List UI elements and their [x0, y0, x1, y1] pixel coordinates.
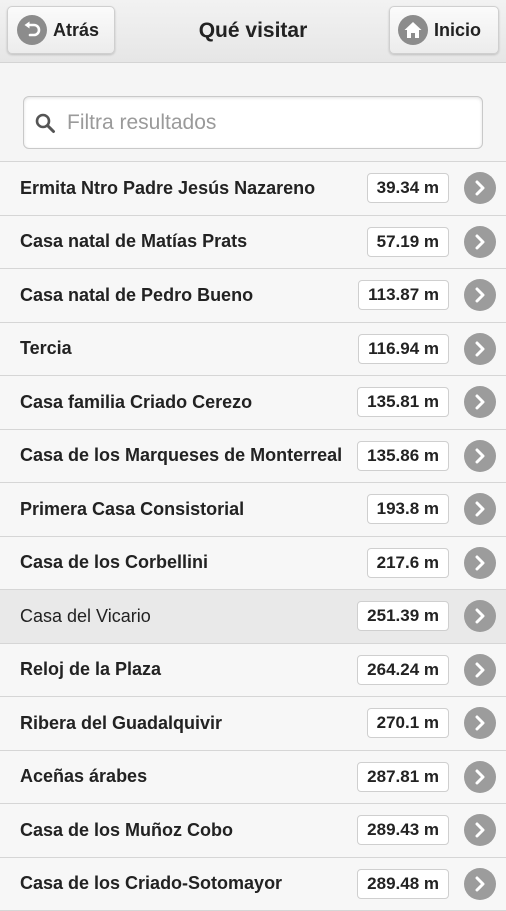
home-icon — [398, 15, 428, 45]
list-item-name: Casa de los Criado-Sotomayor — [20, 858, 282, 911]
list-item[interactable]: Casa del Vicario 251.39 m — [0, 590, 506, 644]
distance-badge: 135.86 m — [357, 441, 449, 471]
list-item-name: Casa de los Muñoz Cobo — [20, 804, 233, 857]
back-button-label: Atrás — [53, 20, 99, 41]
chevron-right-icon[interactable] — [464, 547, 496, 579]
chevron-right-icon[interactable] — [464, 707, 496, 739]
chevron-right-icon[interactable] — [464, 226, 496, 258]
chevron-right-icon[interactable] — [464, 386, 496, 418]
list-item-name: Casa de los Marqueses de Monterreal — [20, 430, 342, 483]
distance-badge: 264.24 m — [357, 655, 449, 685]
chevron-right-icon[interactable] — [464, 493, 496, 525]
list-item-name: Primera Casa Consistorial — [20, 483, 244, 536]
list-item-name: Casa de los Corbellini — [20, 537, 208, 590]
list-item-name: Ermita Ntro Padre Jesús Nazareno — [20, 162, 315, 215]
header-bar: Atrás Qué visitar Inicio — [0, 0, 506, 63]
list-item[interactable]: Reloj de la Plaza 264.24 m — [0, 644, 506, 698]
back-arrow-icon — [17, 15, 47, 45]
list-item-name: Casa del Vicario — [20, 590, 151, 643]
list-item[interactable]: Casa de los Muñoz Cobo 289.43 m — [0, 804, 506, 858]
list-item[interactable]: Casa de los Criado-Sotomayor 289.48 m — [0, 858, 506, 911]
distance-badge: 193.8 m — [367, 494, 449, 524]
list-item[interactable]: Ermita Ntro Padre Jesús Nazareno 39.34 m — [0, 162, 506, 216]
search-field[interactable] — [23, 96, 483, 149]
list-item[interactable]: Tercia 116.94 m — [0, 323, 506, 377]
distance-badge: 289.48 m — [357, 869, 449, 899]
chevron-right-icon[interactable] — [464, 654, 496, 686]
chevron-right-icon[interactable] — [464, 814, 496, 846]
results-list: Ermita Ntro Padre Jesús Nazareno 39.34 m… — [0, 161, 506, 911]
distance-badge: 270.1 m — [367, 708, 449, 738]
search-area — [0, 63, 506, 161]
list-item-name: Casa familia Criado Cerezo — [20, 376, 252, 429]
chevron-right-icon[interactable] — [464, 600, 496, 632]
distance-badge: 57.19 m — [367, 227, 449, 257]
chevron-right-icon[interactable] — [464, 279, 496, 311]
list-item[interactable]: Aceñas árabes 287.81 m — [0, 751, 506, 805]
search-icon — [34, 112, 56, 134]
list-item[interactable]: Ribera del Guadalquivir 270.1 m — [0, 697, 506, 751]
list-item-name: Casa natal de Matías Prats — [20, 216, 247, 269]
list-item[interactable]: Casa natal de Pedro Bueno 113.87 m — [0, 269, 506, 323]
list-item-name: Aceñas árabes — [20, 751, 147, 804]
list-item[interactable]: Casa de los Corbellini 217.6 m — [0, 537, 506, 591]
chevron-right-icon[interactable] — [464, 333, 496, 365]
distance-badge: 113.87 m — [358, 280, 449, 310]
list-item[interactable]: Primera Casa Consistorial 193.8 m — [0, 483, 506, 537]
chevron-right-icon[interactable] — [464, 440, 496, 472]
distance-badge: 39.34 m — [367, 173, 449, 203]
distance-badge: 289.43 m — [357, 815, 449, 845]
list-item-name: Ribera del Guadalquivir — [20, 697, 222, 750]
distance-badge: 287.81 m — [357, 762, 449, 792]
list-item-name: Reloj de la Plaza — [20, 644, 161, 697]
chevron-right-icon[interactable] — [464, 761, 496, 793]
list-item[interactable]: Casa familia Criado Cerezo 135.81 m — [0, 376, 506, 430]
distance-badge: 251.39 m — [357, 601, 449, 631]
chevron-right-icon[interactable] — [464, 868, 496, 900]
distance-badge: 116.94 m — [358, 334, 449, 364]
distance-badge: 217.6 m — [367, 548, 449, 578]
search-input[interactable] — [65, 110, 482, 136]
list-item-name: Tercia — [20, 323, 72, 376]
home-button-label: Inicio — [434, 20, 481, 41]
distance-badge: 135.81 m — [357, 387, 449, 417]
back-button[interactable]: Atrás — [7, 6, 115, 54]
page-title: Qué visitar — [115, 0, 391, 62]
chevron-right-icon[interactable] — [464, 172, 496, 204]
list-item[interactable]: Casa natal de Matías Prats 57.19 m — [0, 216, 506, 270]
home-button[interactable]: Inicio — [389, 6, 499, 54]
list-item[interactable]: Casa de los Marqueses de Monterreal 135.… — [0, 430, 506, 484]
list-item-name: Casa natal de Pedro Bueno — [20, 269, 253, 322]
